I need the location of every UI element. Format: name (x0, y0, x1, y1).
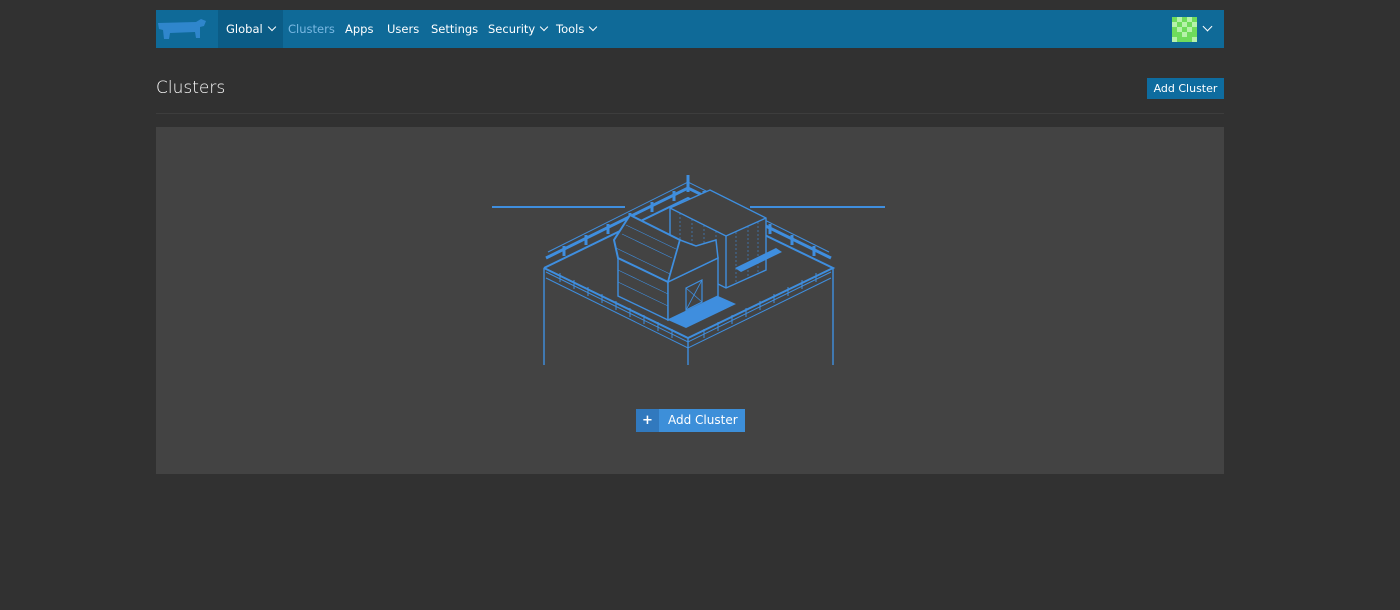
add-cluster-button[interactable]: + Add Cluster (636, 409, 745, 432)
nav-clusters[interactable]: Clusters (288, 10, 335, 48)
plus-icon: + (636, 409, 659, 432)
nav-global-label: Global (226, 22, 263, 36)
user-menu-chevron-icon[interactable] (1202, 21, 1213, 32)
chevron-down-icon (589, 22, 598, 32)
add-cluster-header-button[interactable]: Add Cluster (1147, 78, 1224, 99)
header-divider (156, 113, 1224, 114)
page-title: Clusters (156, 78, 226, 98)
farm-illustration-icon (492, 175, 885, 365)
add-cluster-label: Add Cluster (668, 413, 738, 427)
chevron-down-icon (539, 22, 549, 32)
nav-security-label: Security (488, 22, 536, 36)
nav-tools-label: Tools (556, 22, 585, 36)
nav-tools[interactable]: Tools (556, 10, 598, 48)
chevron-down-icon (267, 22, 276, 32)
nav-security[interactable]: Security (488, 10, 549, 48)
nav-users[interactable]: Users (387, 10, 419, 48)
top-navbar: Global Clusters Apps Users Settings Secu… (156, 10, 1224, 48)
user-avatar[interactable] (1172, 17, 1197, 42)
nav-global[interactable]: Global (226, 10, 276, 48)
nav-apps[interactable]: Apps (345, 10, 373, 48)
rancher-logo-icon[interactable] (156, 16, 208, 44)
nav-settings[interactable]: Settings (431, 10, 478, 48)
